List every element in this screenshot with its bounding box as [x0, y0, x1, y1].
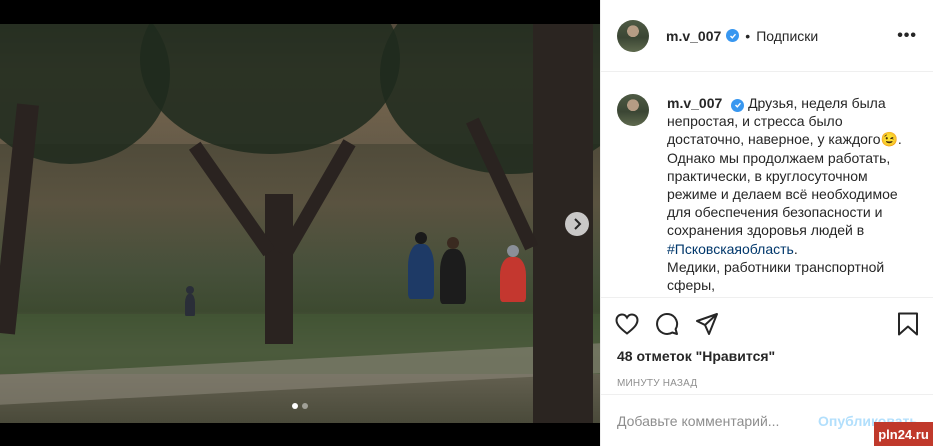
save-button[interactable] [897, 312, 919, 336]
username-link[interactable]: m.v_007 [666, 28, 721, 44]
separator-dot: • [745, 27, 751, 44]
caption: m.v_007 Друзья, неделя была непростая, и… [667, 95, 902, 294]
carousel-dot [302, 403, 308, 409]
post-side-panel: m.v_007 • Подписки ••• m.v_007 Друзья, н… [600, 0, 933, 446]
post-header: m.v_007 • Подписки ••• [601, 0, 933, 72]
bookmark-icon [898, 312, 918, 336]
share-icon [696, 313, 718, 335]
post-actions [601, 298, 933, 350]
photo-person [408, 232, 434, 299]
photo-person [440, 237, 466, 304]
carousel-next-button[interactable] [565, 212, 589, 236]
comment-input[interactable] [617, 412, 811, 429]
verified-badge-icon [726, 29, 740, 42]
caption-text-continued: Медики, работники транспортной сферы, [667, 258, 885, 294]
avatar[interactable] [617, 19, 649, 52]
photo-trunk [188, 141, 276, 257]
chevron-right-icon [574, 218, 582, 230]
comment-button[interactable] [655, 312, 679, 336]
post-photo[interactable] [0, 24, 600, 423]
caption-username[interactable]: m.v_007 [667, 95, 722, 111]
site-watermark: pln24.ru [874, 422, 933, 446]
hashtag-link[interactable]: #Псковскаяобласть [667, 241, 794, 257]
likes-count[interactable]: 48 отметок "Нравится" [601, 348, 933, 364]
carousel-indicator [292, 403, 308, 409]
photo-person [185, 286, 195, 316]
verified-badge-icon [731, 98, 745, 112]
more-options-icon[interactable]: ••• [897, 27, 917, 45]
carousel-dot-active [292, 403, 298, 409]
instagram-post-modal: m.v_007 • Подписки ••• m.v_007 Друзья, н… [0, 0, 933, 446]
heart-icon [615, 313, 639, 335]
caption-area: m.v_007 Друзья, неделя была непростая, и… [601, 72, 933, 298]
share-button[interactable] [695, 312, 719, 336]
photo-person [500, 245, 526, 302]
comment-icon [656, 313, 679, 335]
avatar[interactable] [617, 94, 649, 126]
following-button[interactable]: Подписки [756, 28, 818, 44]
photo-trunk [265, 194, 293, 344]
caption-text: Друзья, неделя была непростая, и стресса… [667, 95, 902, 239]
post-timestamp[interactable]: МИНУТУ НАЗАД [601, 378, 933, 389]
like-button[interactable] [615, 313, 639, 335]
